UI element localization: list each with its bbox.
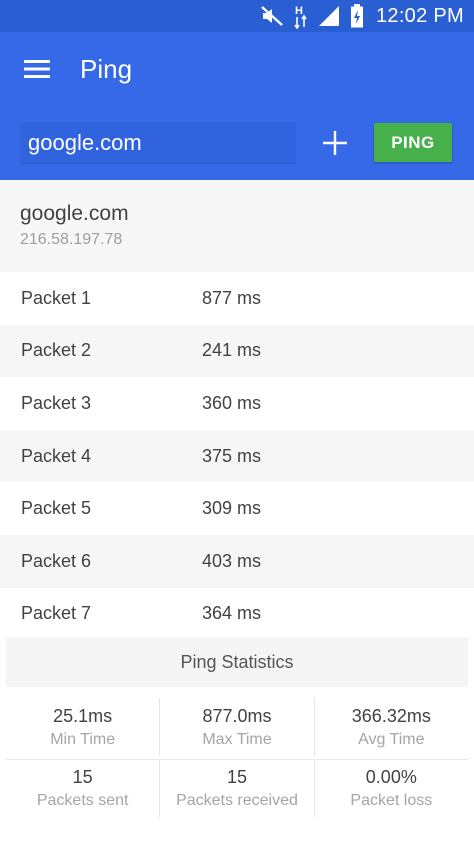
packet-label: Packet 7	[21, 603, 92, 624]
app-title: Ping	[80, 54, 133, 84]
stat-min-time: 25.1ms Min Time	[6, 698, 159, 756]
host-card: google.com 216.58.197.78	[0, 180, 474, 272]
stats-title: Ping Statistics	[6, 637, 468, 687]
list-item: Packet 2 241 ms	[0, 324, 474, 378]
stat-value: 366.32ms	[351, 705, 431, 726]
stat-value: 877.0ms	[202, 705, 272, 726]
stats-grid: 25.1ms Min Time 877.0ms Max Time 366.32m…	[6, 698, 468, 817]
packet-label: Packet 1	[21, 287, 92, 308]
packet-time: 241 ms	[202, 340, 262, 361]
status-bar: H 12:02 PM	[0, 0, 474, 32]
mute-icon	[260, 5, 284, 27]
stat-label: Min Time	[50, 730, 116, 748]
packet-label: Packet 4	[21, 445, 92, 466]
packet-label: Packet 2	[21, 340, 92, 361]
menu-button[interactable]	[20, 54, 54, 84]
add-button[interactable]	[318, 124, 352, 162]
packet-label: Packet 3	[21, 392, 92, 413]
battery-charging-icon	[350, 4, 364, 28]
ping-button[interactable]: PING	[374, 123, 452, 162]
stat-value: 15	[226, 767, 247, 787]
stat-label: Avg Time	[358, 730, 425, 748]
stat-avg-time: 366.32ms Avg Time	[313, 698, 468, 756]
packet-time: 360 ms	[202, 392, 262, 413]
status-time: 12:02 PM	[375, 4, 464, 27]
stat-label: Packets sent	[36, 792, 129, 809]
stats-row-times: 25.1ms Min Time 877.0ms Max Time 366.32m…	[6, 698, 468, 756]
list-item: Packet 3 360 ms	[0, 377, 474, 430]
list-item: Packet 6 403 ms	[0, 534, 474, 588]
packet-label: Packet 6	[21, 550, 92, 571]
packet-time: 403 ms	[202, 550, 262, 571]
stat-packets-sent: 15 Packets sent	[6, 760, 159, 817]
app-bar: Ping PING	[0, 32, 474, 180]
packet-label: Packet 5	[21, 498, 92, 519]
list-item: Packet 7 364 ms	[0, 588, 474, 641]
host-ip: 216.58.197.78	[20, 231, 123, 248]
plus-icon	[323, 131, 347, 155]
host-input[interactable]	[20, 122, 296, 164]
svg-text:H: H	[295, 5, 303, 17]
stat-value: 15	[72, 767, 93, 787]
list-item: Packet 5 309 ms	[0, 482, 474, 535]
stat-packet-loss: 0.00% Packet loss	[313, 760, 468, 817]
list-item: Packet 4 375 ms	[0, 429, 474, 483]
stat-value: 0.00%	[365, 767, 417, 787]
stat-value: 25.1ms	[53, 705, 113, 726]
stat-label: Max Time	[202, 730, 272, 748]
host-name: google.com	[20, 202, 129, 225]
packet-time: 375 ms	[202, 445, 262, 466]
stats-row-packets: 15 Packets sent 15 Packets received 0.00…	[6, 759, 468, 817]
packet-time: 364 ms	[202, 603, 262, 624]
packet-list: Packet 1 877 ms Packet 2 241 ms Packet 3…	[0, 272, 474, 640]
network-type-icon: H	[294, 3, 308, 29]
stat-packets-received: 15 Packets received	[159, 760, 313, 817]
hamburger-menu-icon	[24, 60, 50, 78]
list-item: Packet 1 877 ms	[0, 272, 474, 325]
stat-max-time: 877.0ms Max Time	[159, 698, 313, 756]
signal-icon	[318, 5, 340, 27]
packet-time: 877 ms	[202, 287, 262, 308]
packet-time: 309 ms	[202, 498, 262, 519]
stat-label: Packet loss	[350, 792, 433, 809]
stat-label: Packets received	[176, 792, 298, 809]
